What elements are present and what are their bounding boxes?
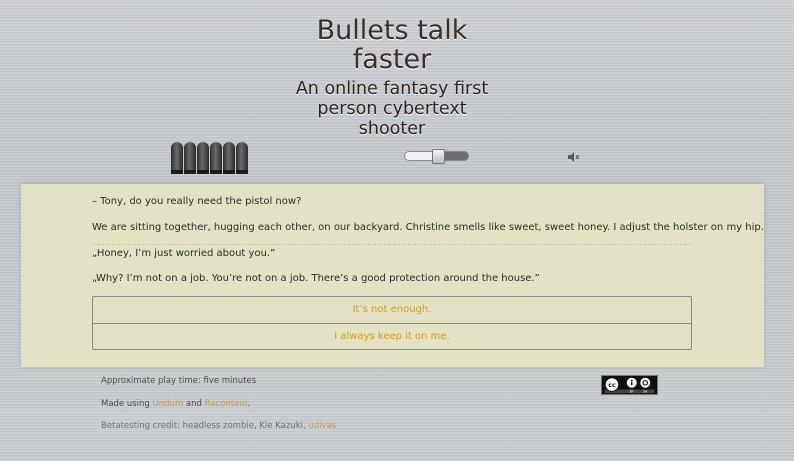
choice-list: It’s not enough. I always keep it on me. bbox=[92, 296, 692, 350]
cc-by-sa-badge[interactable]: cc BY SA bbox=[601, 375, 658, 395]
raconteur-link[interactable]: Raconteur bbox=[205, 399, 248, 409]
udivas-link[interactable]: udivas bbox=[308, 421, 336, 431]
and-label: and bbox=[185, 399, 202, 409]
bullet-icon bbox=[236, 142, 248, 174]
undum-link[interactable]: Undum bbox=[153, 399, 184, 409]
svg-text:cc: cc bbox=[608, 382, 616, 389]
volume-slider[interactable] bbox=[404, 149, 469, 164]
made-using-label: Made using bbox=[101, 399, 150, 409]
betatesting-credit: Betatesting credit: headless zombie, Kie… bbox=[101, 421, 336, 431]
bullet-icon bbox=[184, 142, 196, 174]
story-panel: – Tony, do you really need the pistol no… bbox=[21, 184, 764, 367]
period: . bbox=[247, 399, 251, 409]
story-paragraph: „Why? I’m not on a job. You’re not on a … bbox=[92, 273, 540, 284]
choice-option[interactable]: I always keep it on me. bbox=[93, 323, 691, 350]
story-paragraph: „Honey, I’m just worried about you.” bbox=[92, 248, 276, 259]
betatesting-label: Betatesting credit: headless zombie, Kie… bbox=[101, 421, 306, 431]
story-paragraph: – Tony, do you really need the pistol no… bbox=[92, 196, 302, 207]
section-divider bbox=[92, 244, 692, 245]
playtime-note: Approximate play time: five minutes bbox=[101, 376, 257, 386]
story-paragraph: We are sitting together, hugging each ot… bbox=[92, 222, 764, 233]
bullet-icon bbox=[223, 142, 235, 174]
made-using-credit: Made using Undum and Raconteur. bbox=[101, 399, 250, 409]
speaker-mute-icon[interactable] bbox=[568, 152, 580, 162]
volume-slider-handle[interactable] bbox=[432, 149, 445, 164]
ammo-counter bbox=[171, 142, 248, 174]
bullet-icon bbox=[171, 142, 183, 174]
game-title: Bullets talk faster bbox=[316, 15, 468, 75]
svg-text:BY: BY bbox=[630, 390, 634, 394]
bullet-icon bbox=[197, 142, 209, 174]
game-subtitle: An online fantasy first person cybertext… bbox=[295, 79, 489, 139]
choice-option[interactable]: It’s not enough. bbox=[93, 297, 691, 323]
bullet-icon bbox=[210, 142, 222, 174]
